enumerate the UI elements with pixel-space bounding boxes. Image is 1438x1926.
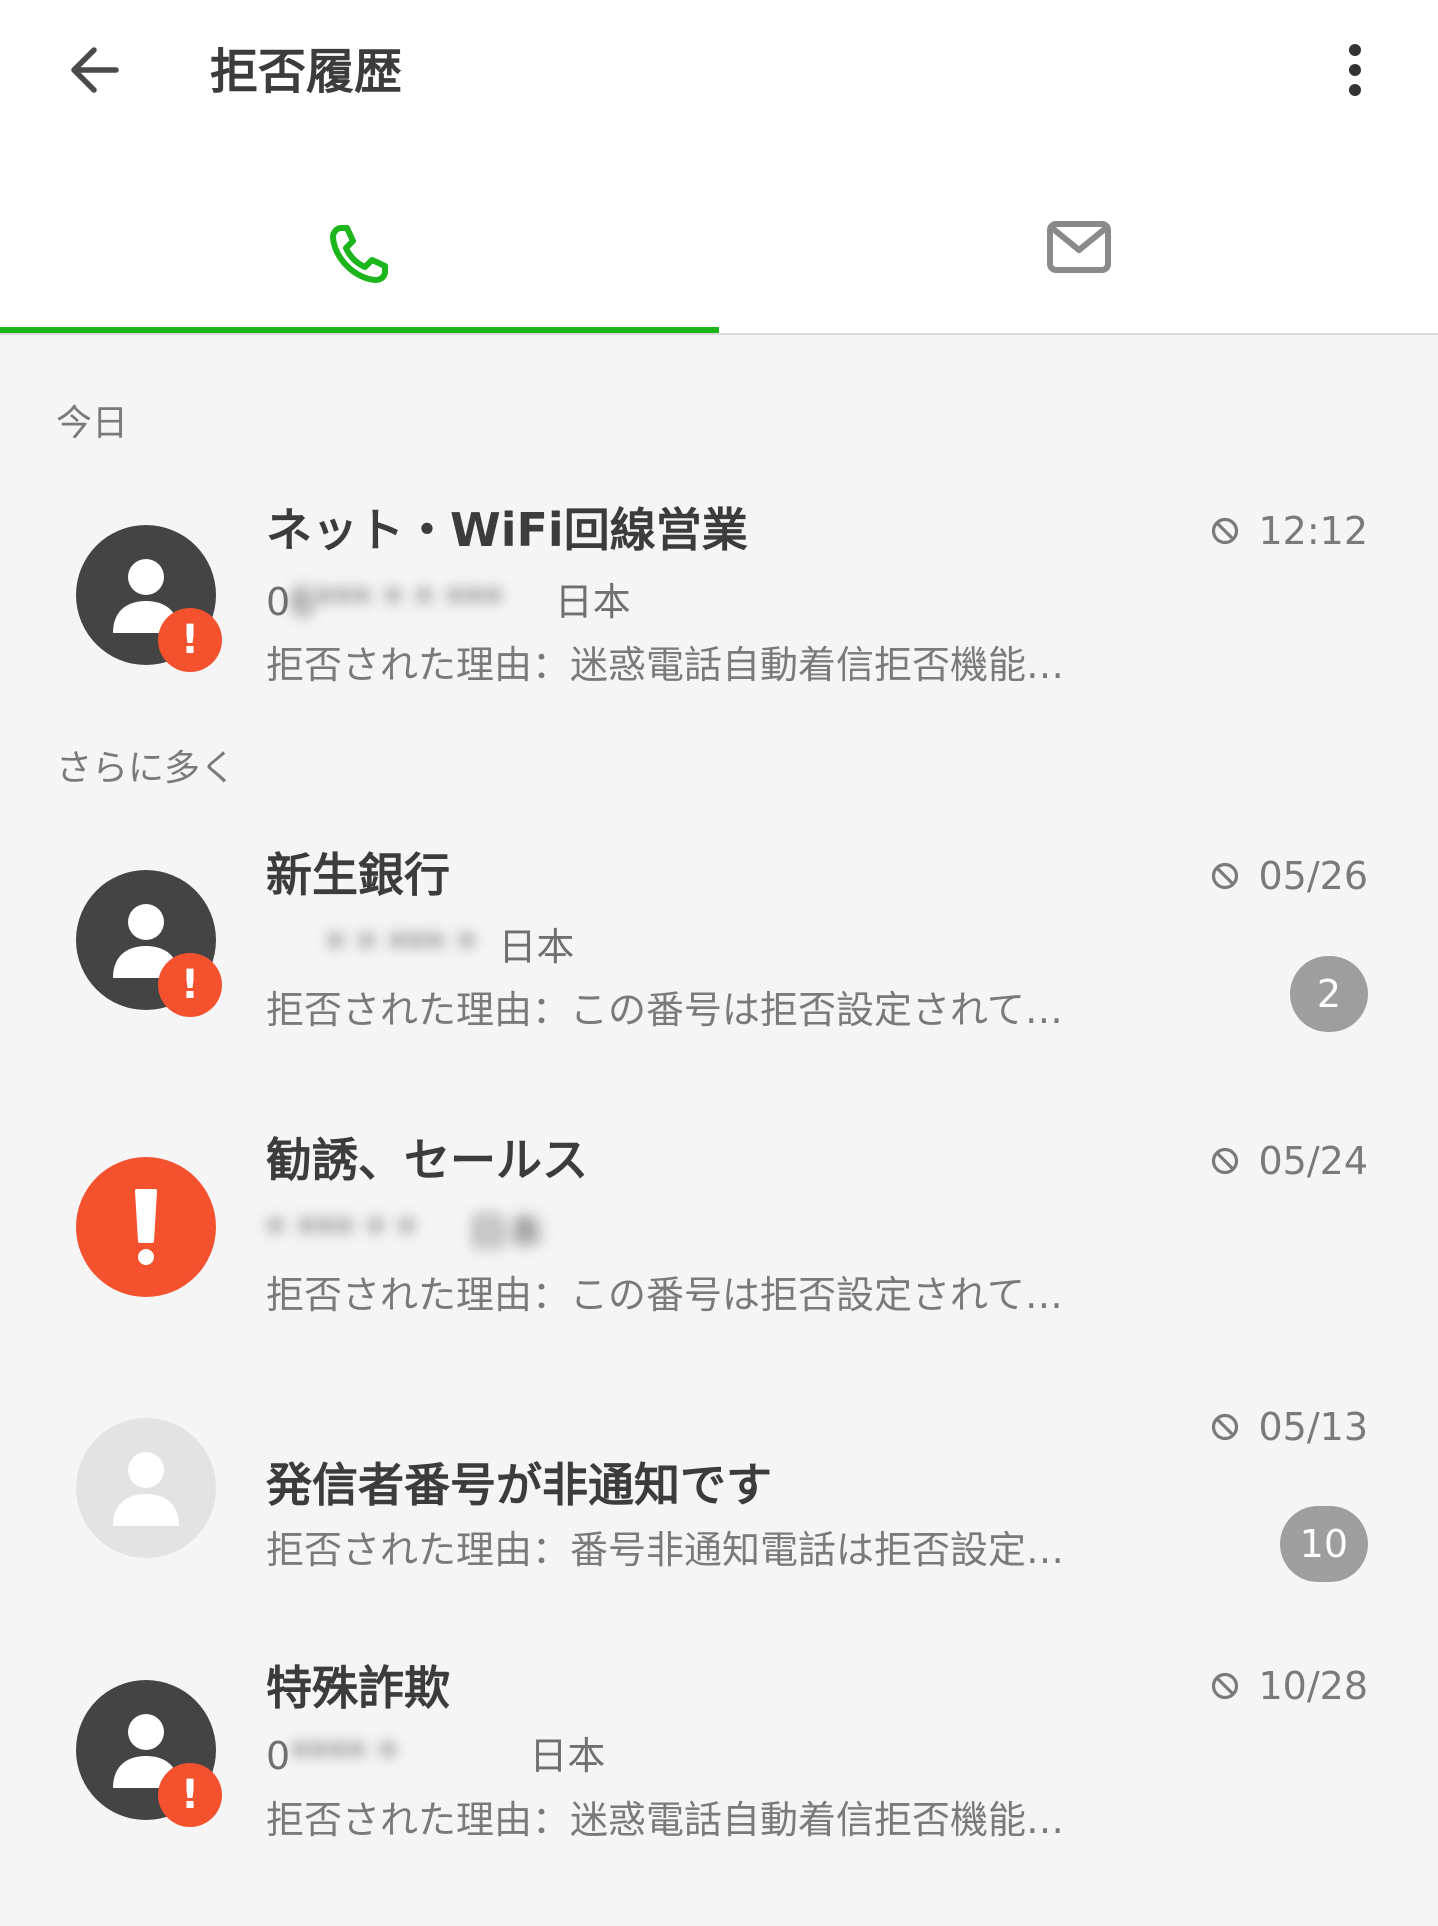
caller-name: 新生銀行 [266,848,450,902]
region: 日本 [498,925,575,969]
region: 日本 [554,580,631,624]
rejected-time: 05/24 [1210,1136,1368,1186]
number-prefix: 0 [266,1734,291,1778]
warning-badge: ! [158,1763,222,1827]
time-text: 10/28 [1258,1664,1368,1708]
caller-name: 発信者番号が非通知です [266,1458,772,1512]
block-icon [1212,517,1239,545]
block-icon [1212,1147,1239,1175]
more-options-button[interactable] [1315,30,1395,110]
warning-badge: ! [158,953,222,1017]
rejected-time: 05/13 [1210,1402,1368,1452]
phone-icon [329,225,388,283]
number-blurred: 6*** * * *** [290,580,503,624]
caller-name: 特殊詐欺 [266,1661,450,1715]
count-badge: 10 [1279,1506,1368,1582]
list-item[interactable]: 勧誘、セールス * *** * * 日本 拒否された理由：この番号は拒否設定され… [0,1110,1438,1360]
more-vert-icon [1349,44,1361,96]
list-item[interactable]: 発信者番号が非通知です 拒否された理由：番号非通知電話は拒否設定… 05/13 … [0,1390,1438,1630]
caller-number: * *** * * 日本 [266,1207,544,1257]
number-blurred: * *** * * [266,1210,417,1254]
number-blurred: * * *** * [326,925,477,969]
tab-bar [0,190,1438,334]
reject-reason: 拒否された理由：この番号は拒否設定されて… [266,1273,1063,1317]
number-prefix: 0 [266,580,291,624]
region: 日本 [529,1734,606,1778]
caller-number: 0**** * 日本 [266,1731,605,1781]
number-blurred: **** * [290,1734,398,1778]
arrow-left-icon [71,47,119,93]
tab-divider [0,333,1438,335]
exclamation-icon [135,1189,157,1265]
person-icon [113,1452,179,1526]
reject-reason: 拒否された理由：この番号は拒否設定されて… [266,988,1063,1032]
caller-name: 勧誘、セールス [266,1133,588,1187]
rejected-time: 12:12 [1210,506,1368,556]
caller-name: ネット・WiFi回線営業 [266,503,748,557]
avatar [76,1418,216,1558]
time-text: 12:12 [1258,509,1368,553]
reject-reason: 拒否された理由：迷惑電話自動着信拒否機能… [266,1798,1065,1842]
time-text: 05/24 [1258,1139,1368,1183]
page-title: 拒否履歴 [210,44,403,100]
block-icon [1212,1672,1239,1700]
back-button[interactable] [56,30,136,110]
app-bar: 拒否履歴 [0,0,1438,145]
section-header-today: 今日 [56,403,129,444]
reject-reason: 拒否された理由：番号非通知電話は拒否設定… [266,1528,1065,1572]
block-icon [1212,1413,1239,1441]
avatar [76,1157,216,1297]
count-badge: 2 [1290,956,1368,1032]
caller-number: 06*** * * *** 日本 [266,577,631,627]
list-item[interactable]: ! 新生銀行 * * *** * 日本 拒否された理由：この番号は拒否設定されて… [0,825,1438,1075]
region: 日本 [468,1210,545,1254]
time-text: 05/26 [1258,854,1368,898]
mail-icon [1046,221,1111,273]
warning-badge: ! [158,608,222,672]
section-header-more: さらに多く [56,748,237,789]
top-area: 拒否履歴 [0,0,1438,335]
list-item[interactable]: ! 特殊詐欺 0**** * 日本 拒否された理由：迷惑電話自動着信拒否機能… … [0,1655,1438,1905]
reject-reason: 拒否された理由：迷惑電話自動着信拒否機能… [266,643,1065,687]
time-text: 05/13 [1258,1405,1368,1449]
block-icon [1212,862,1239,890]
tab-calls[interactable] [0,190,719,334]
rejected-time: 10/28 [1210,1661,1368,1711]
caller-number: * * *** * 日本 [266,922,574,972]
list-item[interactable]: ! ネット・WiFi回線営業 06*** * * *** 日本 拒否された理由：… [0,480,1438,710]
tab-messages[interactable] [719,190,1438,334]
rejected-time: 05/26 [1210,851,1368,901]
